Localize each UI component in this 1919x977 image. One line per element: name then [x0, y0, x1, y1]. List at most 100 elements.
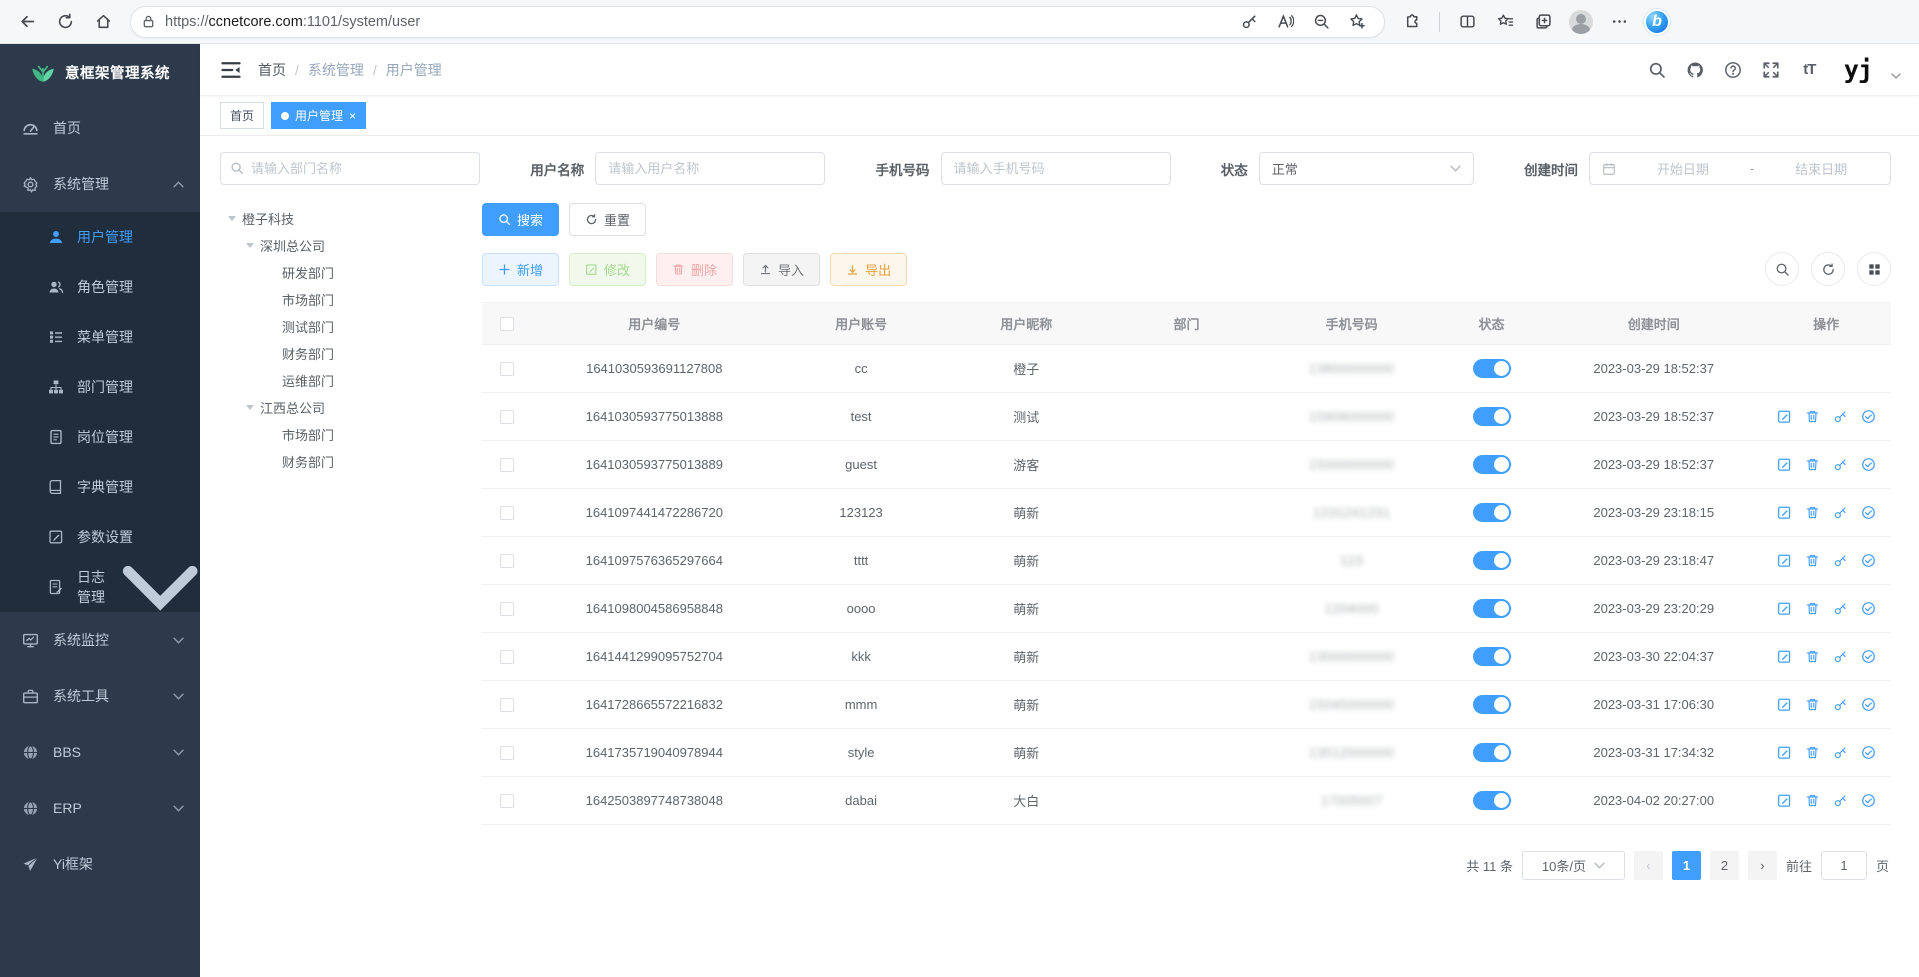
edit-icon[interactable]: [1777, 409, 1792, 424]
key-icon[interactable]: [1833, 457, 1848, 472]
row-checkbox[interactable]: [500, 410, 514, 424]
delete-icon[interactable]: [1805, 601, 1820, 616]
sidebar-item-dictionary[interactable]: 字典管理: [0, 462, 200, 512]
tree-node[interactable]: 财务部门: [220, 340, 482, 367]
breadcrumb-home[interactable]: 首页: [258, 60, 286, 80]
status-toggle[interactable]: [1473, 743, 1511, 762]
key-icon[interactable]: [1833, 505, 1848, 520]
delete-icon[interactable]: [1805, 553, 1820, 568]
key-icon[interactable]: [1833, 601, 1848, 616]
tree-node[interactable]: 市场部门: [220, 286, 482, 313]
key-icon[interactable]: [1833, 553, 1848, 568]
delete-icon[interactable]: [1805, 745, 1820, 760]
prev-page-button[interactable]: ‹: [1634, 851, 1663, 880]
status-toggle[interactable]: [1473, 599, 1511, 618]
row-checkbox[interactable]: [500, 362, 514, 376]
extensions-icon[interactable]: [1395, 7, 1429, 37]
page-size-select[interactable]: 10条/页: [1522, 851, 1625, 880]
zoom-out-icon[interactable]: [1304, 7, 1338, 37]
edit-icon[interactable]: [1777, 745, 1792, 760]
status-toggle[interactable]: [1473, 359, 1511, 378]
copilot-bing-icon[interactable]: b: [1640, 7, 1674, 37]
table-refresh-icon[interactable]: [1811, 252, 1845, 286]
user-logo[interactable]: yj: [1844, 57, 1872, 82]
next-page-button[interactable]: ›: [1748, 851, 1777, 880]
favorites-bar-icon[interactable]: [1488, 7, 1522, 37]
page-button-2[interactable]: 2: [1710, 851, 1739, 880]
status-toggle[interactable]: [1473, 407, 1511, 426]
sidebar-item-departments[interactable]: 部门管理: [0, 362, 200, 412]
edit-icon[interactable]: [1777, 793, 1792, 808]
row-checkbox[interactable]: [500, 794, 514, 808]
row-checkbox[interactable]: [500, 746, 514, 760]
check-circle-icon[interactable]: [1861, 601, 1876, 616]
status-toggle[interactable]: [1473, 455, 1511, 474]
status-toggle[interactable]: [1473, 503, 1511, 522]
back-icon[interactable]: [10, 7, 44, 37]
collections-icon[interactable]: [1526, 7, 1560, 37]
sidebar-item-bbs[interactable]: BBS: [0, 724, 200, 780]
key-icon[interactable]: [1833, 409, 1848, 424]
delete-icon[interactable]: [1805, 649, 1820, 664]
edit-icon[interactable]: [1777, 601, 1792, 616]
edit-button[interactable]: 修改: [569, 253, 646, 286]
sidebar-item-monitor[interactable]: 系统监控: [0, 612, 200, 668]
delete-icon[interactable]: [1805, 697, 1820, 712]
key-icon[interactable]: [1833, 745, 1848, 760]
sidebar-item-menus[interactable]: 菜单管理: [0, 312, 200, 362]
column-settings-icon[interactable]: [1857, 252, 1891, 286]
check-circle-icon[interactable]: [1861, 553, 1876, 568]
check-circle-icon[interactable]: [1861, 457, 1876, 472]
sidebar-item-parameters[interactable]: 参数设置: [0, 512, 200, 562]
edit-icon[interactable]: [1777, 553, 1792, 568]
status-select[interactable]: 正常: [1259, 152, 1474, 185]
sidebar-item-home[interactable]: 首页: [0, 100, 200, 156]
check-circle-icon[interactable]: [1861, 649, 1876, 664]
help-icon[interactable]: [1724, 60, 1743, 79]
check-circle-icon[interactable]: [1861, 505, 1876, 520]
page-button-1[interactable]: 1: [1672, 851, 1701, 880]
edit-icon[interactable]: [1777, 697, 1792, 712]
check-circle-icon[interactable]: [1861, 409, 1876, 424]
key-icon[interactable]: [1232, 7, 1266, 37]
check-circle-icon[interactable]: [1861, 745, 1876, 760]
tree-node[interactable]: 运维部门: [220, 367, 482, 394]
tree-node[interactable]: 研发部门: [220, 259, 482, 286]
status-toggle[interactable]: [1473, 791, 1511, 810]
add-button[interactable]: 新增: [482, 253, 559, 286]
edit-icon[interactable]: [1777, 505, 1792, 520]
tree-node[interactable]: 财务部门: [220, 448, 482, 475]
github-icon[interactable]: [1686, 60, 1705, 79]
edit-icon[interactable]: [1777, 457, 1792, 472]
delete-icon[interactable]: [1805, 409, 1820, 424]
breadcrumb-system[interactable]: 系统管理: [308, 60, 364, 80]
export-button[interactable]: 导出: [830, 253, 907, 286]
sidebar-item-tools[interactable]: 系统工具: [0, 668, 200, 724]
check-circle-icon[interactable]: [1861, 793, 1876, 808]
read-aloud-icon[interactable]: [1268, 7, 1302, 37]
tab-home[interactable]: 首页: [220, 102, 264, 129]
sidebar-item-yi-framework[interactable]: Yi框架: [0, 836, 200, 892]
dept-search-input[interactable]: [220, 152, 480, 185]
phone-input[interactable]: [941, 152, 1171, 185]
key-icon[interactable]: [1833, 793, 1848, 808]
check-circle-icon[interactable]: [1861, 697, 1876, 712]
tab-user-management[interactable]: 用户管理 ×: [271, 102, 366, 129]
goto-page-input[interactable]: [1821, 851, 1867, 880]
tree-node[interactable]: 江西总公司: [220, 394, 482, 421]
tree-node[interactable]: 深圳总公司: [220, 232, 482, 259]
tree-node[interactable]: 橙子科技: [220, 205, 482, 232]
status-toggle[interactable]: [1473, 695, 1511, 714]
row-checkbox[interactable]: [500, 458, 514, 472]
delete-icon[interactable]: [1805, 505, 1820, 520]
reset-button[interactable]: 重置: [569, 203, 646, 236]
sidebar-item-erp[interactable]: ERP: [0, 780, 200, 836]
fullscreen-icon[interactable]: [1762, 60, 1781, 79]
date-range-picker[interactable]: 开始日期 - 结束日期: [1589, 152, 1891, 185]
delete-icon[interactable]: [1805, 793, 1820, 808]
profile-avatar[interactable]: [1564, 7, 1598, 37]
split-screen-icon[interactable]: [1450, 7, 1484, 37]
address-bar[interactable]: https://ccnetcore.com:1101/system/user: [130, 6, 1385, 38]
row-checkbox[interactable]: [500, 506, 514, 520]
key-icon[interactable]: [1833, 697, 1848, 712]
